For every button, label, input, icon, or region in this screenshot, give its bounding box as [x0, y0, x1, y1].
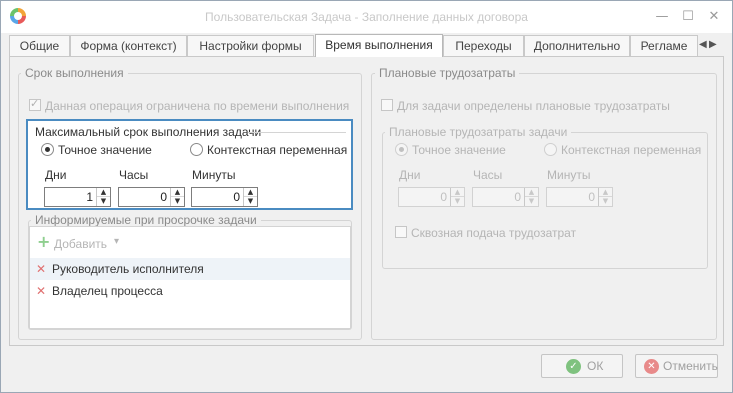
days-label: Дни	[45, 168, 67, 182]
planned-hours-buttons: ▲ ▼	[524, 188, 538, 206]
remove-icon[interactable]: ✕	[36, 258, 48, 280]
tab-execution-time[interactable]: Время выполнения	[315, 34, 443, 57]
list-item[interactable]: ✕ Владелец процесса	[30, 280, 350, 302]
planned-minutes-value: 0	[588, 190, 595, 204]
planned-exact-label: Точное значение	[412, 143, 506, 157]
minutes-stepper[interactable]: 0 ▲ ▼	[191, 187, 258, 207]
planned-minutes-buttons: ▲ ▼	[598, 188, 612, 206]
add-button[interactable]: Добавить	[54, 237, 107, 251]
notify-title: Информируемые при просрочке задачи	[31, 213, 261, 227]
minimize-button[interactable]: —	[652, 7, 672, 27]
planned-days-stepper[interactable]: 0 ▲ ▼	[398, 187, 465, 207]
tab-regulations[interactable]: Регламе	[630, 35, 698, 57]
planned-hours-value: 0	[514, 190, 521, 204]
days-down-icon[interactable]: ▼	[97, 197, 110, 206]
planned-minutes-up-icon[interactable]: ▲	[599, 188, 612, 197]
time-limit-label: Данная операция ограничена по времени вы…	[45, 99, 350, 113]
hours-stepper[interactable]: 0 ▲ ▼	[118, 187, 185, 207]
context-variable-radio[interactable]	[190, 143, 203, 156]
minutes-value: 0	[233, 190, 240, 204]
minutes-label: Минуты	[192, 168, 236, 182]
notify-list: + Добавить ▾ ✕ Руководитель исполнителя …	[29, 226, 351, 329]
cancel-button[interactable]: ✕ Отменить	[635, 354, 718, 378]
planned-labor-title: Плановые трудозатраты	[375, 66, 520, 80]
hours-down-icon[interactable]: ▼	[171, 197, 184, 206]
tab-bar: Общие Форма (контекст) Настройки формы В…	[9, 34, 721, 57]
days-stepper-buttons: ▲ ▼	[96, 188, 110, 206]
ok-button[interactable]: ✓ ОК	[541, 354, 623, 378]
list-item-label: Владелец процесса	[52, 284, 163, 298]
tab-scroll-left-icon[interactable]: ◀	[699, 38, 709, 52]
ok-label: ОК	[587, 359, 604, 373]
cancel-label: Отменить	[663, 359, 718, 373]
minutes-stepper-buttons: ▲ ▼	[243, 188, 257, 206]
planned-days-label: Дни	[399, 168, 421, 182]
tab-additional[interactable]: Дополнительно	[524, 35, 630, 57]
tab-transitions[interactable]: Переходы	[443, 35, 524, 57]
days-up-icon[interactable]: ▲	[97, 188, 110, 197]
planned-context-radio[interactable]	[544, 143, 557, 156]
planned-minutes-stepper[interactable]: 0 ▲ ▼	[546, 187, 613, 207]
execution-term-title: Срок выполнения	[21, 66, 128, 80]
planned-days-down-icon[interactable]: ▼	[451, 197, 464, 206]
through-labor-label: Сквозная подача трудозатрат	[411, 226, 577, 240]
planned-hours-down-icon[interactable]: ▼	[525, 197, 538, 206]
minutes-up-icon[interactable]: ▲	[244, 188, 257, 197]
ok-check-icon: ✓	[566, 359, 581, 374]
planned-days-up-icon[interactable]: ▲	[451, 188, 464, 197]
planned-hours-stepper[interactable]: 0 ▲ ▼	[472, 187, 539, 207]
hours-stepper-buttons: ▲ ▼	[170, 188, 184, 206]
days-value: 1	[86, 190, 93, 204]
planned-labor-label: Для задачи определены плановые трудозатр…	[397, 99, 670, 113]
days-stepper[interactable]: 1 ▲ ▼	[44, 187, 111, 207]
planned-task-title: Плановые трудозатраты задачи	[385, 125, 572, 139]
planned-labor-checkbox[interactable]	[381, 99, 393, 111]
dialog-window: Пользовательская Задача - Заполнение дан…	[0, 0, 733, 393]
tab-general[interactable]: Общие	[9, 35, 70, 57]
planned-minutes-label: Минуты	[547, 168, 591, 182]
context-variable-label: Контекстная переменная	[207, 143, 348, 157]
tab-form-context[interactable]: Форма (контекст)	[70, 35, 187, 57]
list-item-label: Руководитель исполнителя	[52, 262, 204, 276]
maximize-button[interactable]: ☐	[678, 7, 698, 27]
planned-hours-up-icon[interactable]: ▲	[525, 188, 538, 197]
add-dropdown-icon[interactable]: ▾	[114, 236, 119, 247]
title-bar: Пользовательская Задача - Заполнение дан…	[1, 1, 732, 33]
planned-days-value: 0	[440, 190, 447, 204]
through-labor-checkbox[interactable]	[395, 226, 407, 238]
list-item[interactable]: ✕ Руководитель исполнителя	[30, 258, 350, 280]
planned-hours-label: Часы	[473, 168, 503, 182]
hours-up-icon[interactable]: ▲	[171, 188, 184, 197]
planned-context-label: Контекстная переменная	[561, 143, 702, 157]
exact-value-radio[interactable]	[41, 143, 54, 156]
tab-scroll-right-icon[interactable]: ▶	[709, 38, 719, 52]
max-term-title-divider	[248, 132, 346, 133]
window-title: Пользовательская Задача - Заполнение дан…	[205, 10, 528, 24]
remove-icon[interactable]: ✕	[36, 280, 48, 302]
hours-value: 0	[160, 190, 167, 204]
planned-days-buttons: ▲ ▼	[450, 188, 464, 206]
notify-toolbar: + Добавить ▾	[30, 227, 350, 257]
time-limit-checkbox[interactable]	[29, 97, 41, 111]
planned-exact-radio[interactable]	[395, 143, 408, 156]
close-button[interactable]: ✕	[704, 7, 724, 27]
planned-minutes-down-icon[interactable]: ▼	[599, 197, 612, 206]
add-icon: +	[37, 232, 51, 251]
max-term-title: Максимальный срок выполнения задачи	[35, 125, 262, 139]
minutes-down-icon[interactable]: ▼	[244, 197, 257, 206]
cancel-x-icon: ✕	[644, 359, 659, 374]
hours-label: Часы	[119, 168, 149, 182]
exact-value-label: Точное значение	[58, 143, 152, 157]
tab-form-settings[interactable]: Настройки формы	[187, 35, 314, 57]
